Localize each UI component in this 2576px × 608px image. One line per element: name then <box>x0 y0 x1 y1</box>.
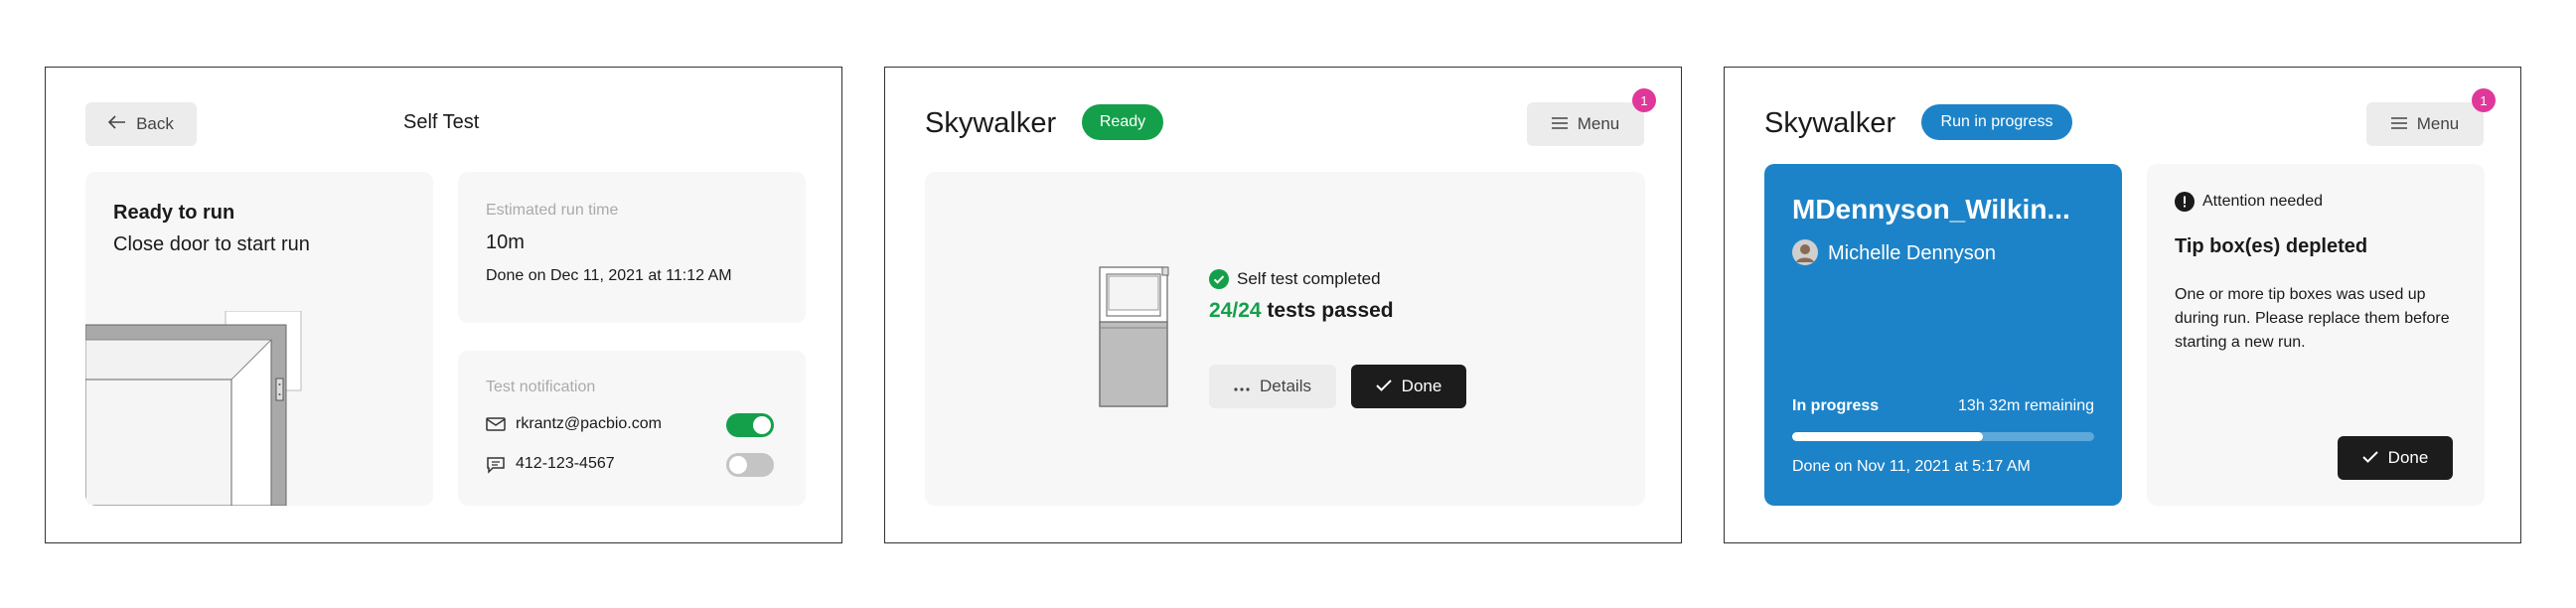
status-heading: Ready to run <box>113 202 235 224</box>
estimate-value: 10m <box>486 231 525 253</box>
more-horizontal-icon <box>1234 377 1250 396</box>
mail-icon <box>486 416 506 437</box>
result-card: Self test completed 24/24 tests passed D… <box>925 172 1645 506</box>
notification-count-badge: 1 <box>1632 88 1656 112</box>
result-label: Self test completed <box>1237 269 1381 288</box>
hamburger-icon <box>1551 114 1568 134</box>
instrument-door-illustration <box>85 311 302 506</box>
arrow-left-icon <box>107 114 126 134</box>
hamburger-icon <box>2390 114 2407 134</box>
email-toggle[interactable] <box>726 413 774 437</box>
progress-track <box>1792 432 2094 441</box>
score-value: 24/24 <box>1209 299 1262 322</box>
menu-button[interactable]: Menu <box>1527 102 1644 146</box>
done-label: Done <box>2387 448 2429 467</box>
check-circle-icon <box>1209 269 1229 294</box>
message-icon <box>486 456 506 479</box>
attention-card: Attention needed Tip box(es) depleted On… <box>2147 164 2485 506</box>
run-time-card: Estimated run time 10m Done on Dec 11, 2… <box>458 172 806 323</box>
instrument-name: Skywalker <box>925 107 1057 139</box>
check-icon <box>2361 448 2378 468</box>
instrument-illustration <box>1099 266 1169 407</box>
toggle-knob <box>729 456 747 474</box>
notification-email: rkrantz@pacbio.com <box>516 415 662 432</box>
score-line: 24/24 tests passed <box>1209 299 1394 323</box>
test-complete-screen: Skywalker Ready Menu 1 Self test complet… <box>884 67 1682 543</box>
run-card[interactable]: MDennyson_Wilkin... Michelle Dennyson In… <box>1764 164 2122 506</box>
status-badge: Ready <box>1082 104 1163 140</box>
alert-title: Tip box(es) depleted <box>2175 235 2368 257</box>
progress-fill <box>1792 432 1983 441</box>
alert-icon <box>2175 192 2195 217</box>
run-progress-screen: Skywalker Run in progress Menu 1 MDennys… <box>1724 67 2521 543</box>
run-remaining: 13h 32m remaining <box>1958 397 2094 414</box>
notification-phone: 412-123-4567 <box>516 455 615 472</box>
score-suffix: tests passed <box>1267 299 1394 322</box>
self-test-screen: Back Self Test Ready to run Close door t… <box>45 67 842 543</box>
phone-toggle[interactable] <box>726 453 774 477</box>
run-done-text: Done on Nov 11, 2021 at 5:17 AM <box>1792 458 2031 475</box>
notification-label: Test notification <box>486 379 596 395</box>
back-label: Back <box>136 114 174 133</box>
check-icon <box>1375 377 1392 396</box>
menu-button[interactable]: Menu <box>2366 102 2484 146</box>
run-name: MDennyson_Wilkin... <box>1792 194 2070 225</box>
details-label: Details <box>1260 377 1311 395</box>
back-button[interactable]: Back <box>85 102 197 146</box>
alert-body: One or more tip boxes was used up during… <box>2175 286 2450 351</box>
estimate-label: Estimated run time <box>486 202 619 219</box>
status-badge: Run in progress <box>1921 104 2072 140</box>
instrument-name: Skywalker <box>1764 107 1896 139</box>
details-button[interactable]: Details <box>1209 365 1336 408</box>
door-status-card: Ready to run Close door to start run <box>85 172 433 506</box>
done-label: Done <box>1401 377 1442 395</box>
toggle-knob <box>753 416 771 434</box>
menu-label: Menu <box>1577 114 1620 133</box>
page-title: Self Test <box>403 111 480 133</box>
avatar <box>1792 239 1818 270</box>
notification-card: Test notification rkrantz@pacbio.com 412… <box>458 351 806 506</box>
status-text: Close door to start run <box>113 233 310 255</box>
alert-label: Attention needed <box>2202 193 2323 210</box>
run-state-label: In progress <box>1792 397 1880 414</box>
run-user: Michelle Dennyson <box>1828 242 1996 264</box>
menu-label: Menu <box>2416 114 2460 133</box>
alert-done-button[interactable]: Done <box>2338 436 2453 480</box>
done-button[interactable]: Done <box>1351 365 1466 408</box>
estimate-done-text: Done on Dec 11, 2021 at 11:12 AM <box>486 267 732 284</box>
notification-count-badge: 1 <box>2472 88 2496 112</box>
